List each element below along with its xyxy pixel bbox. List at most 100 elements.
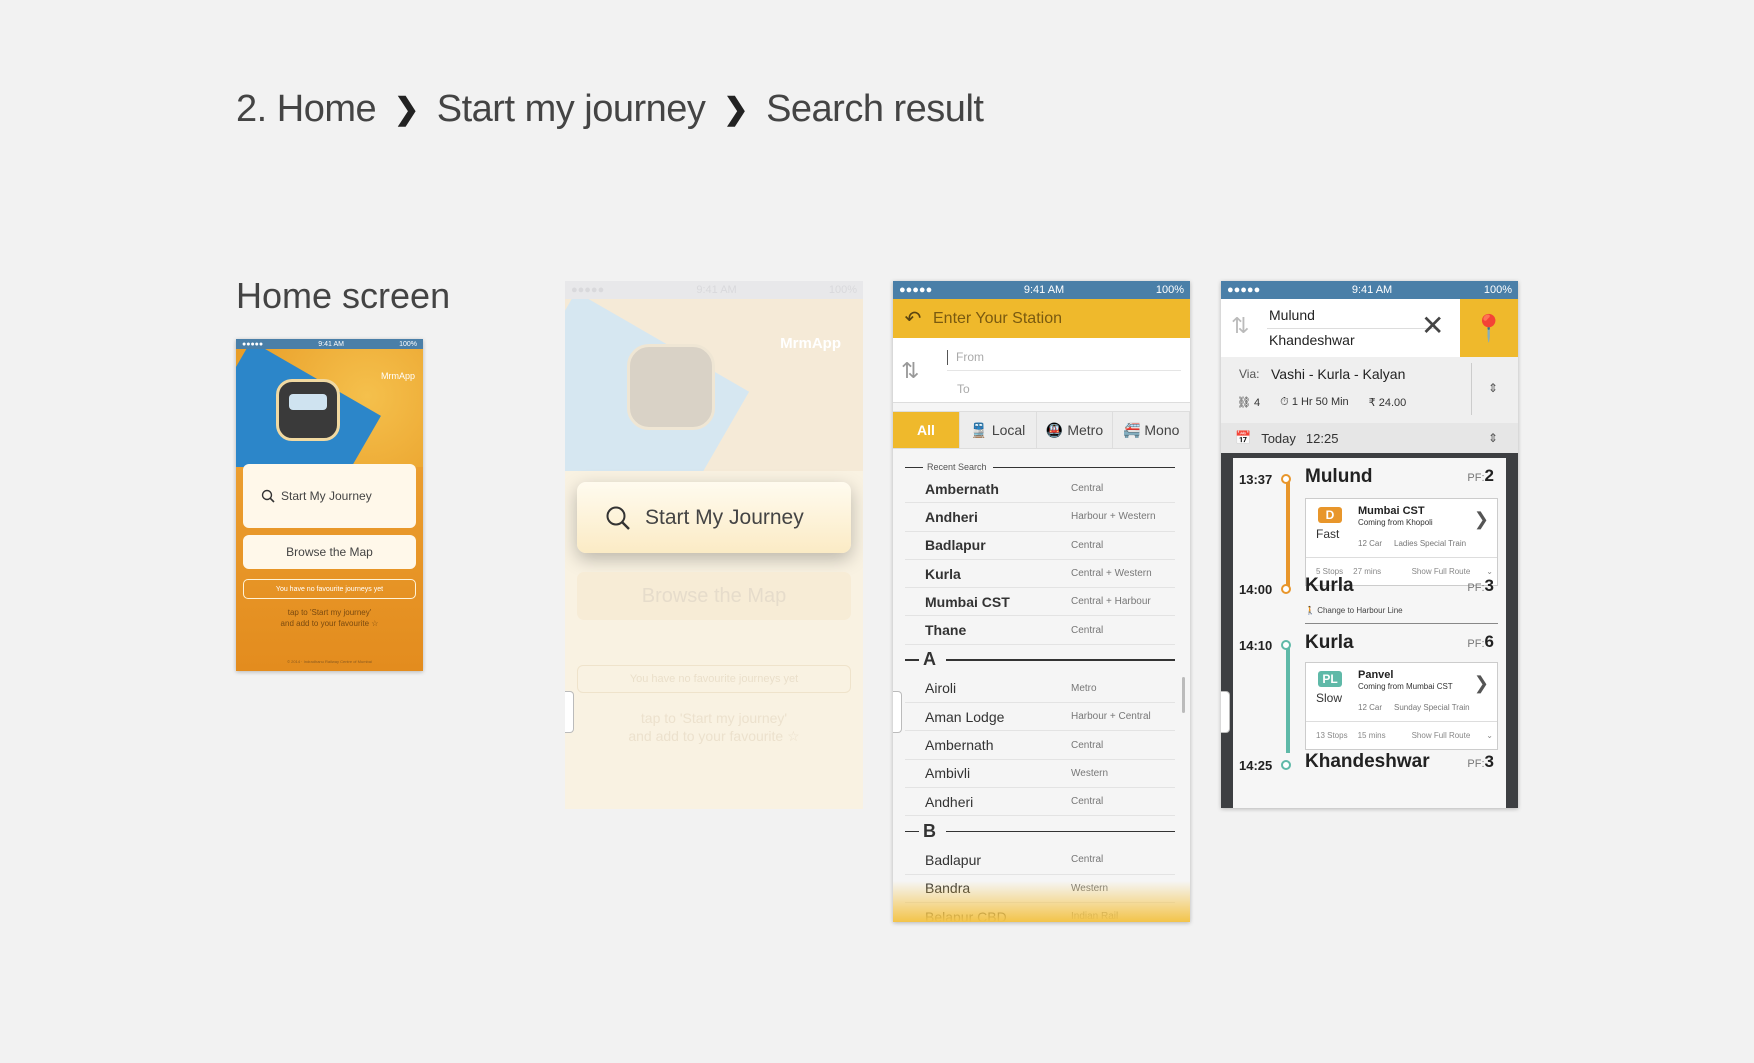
station-list: Recent Search Ambernath Central Andheri Har… (905, 459, 1175, 922)
station-list-item[interactable]: Aman Lodge Harbour + Central (905, 703, 1175, 732)
from-field[interactable]: From (947, 350, 1181, 371)
close-icon[interactable]: ✕ (1421, 309, 1444, 342)
stop-dot (1281, 584, 1291, 594)
status-bar: ●●●●● 9:41 AM 100% (236, 339, 423, 349)
search-icon (261, 489, 275, 503)
breadcrumb-step-journey: Start my journey (436, 88, 706, 130)
breadcrumb-separator: ❯ (723, 93, 749, 126)
station-name: Kurla (925, 565, 961, 582)
station-name: Andheri (925, 793, 974, 810)
signal-icon: ●●●●● (899, 284, 933, 296)
app-brand: MrmApp (780, 335, 841, 352)
train-origin: Coming from Khopoli (1358, 518, 1433, 527)
platform: PF:3 (1467, 576, 1494, 595)
station-name: Badlapur (925, 851, 982, 868)
favourites-hint: tap to 'Start my journey' and add to you… (280, 608, 379, 628)
start-journey-button[interactable]: Start My Journey (243, 464, 416, 528)
stop-name: Kurla (1305, 632, 1354, 653)
train-speed: Slow (1316, 691, 1343, 705)
station-header-title: Enter Your Station (933, 309, 1062, 327)
stop-dot (1281, 640, 1291, 650)
train-card[interactable]: D Fast Mumbai CST Coming from Khopoli ❯ … (1305, 498, 1498, 586)
sort-toggle-icon[interactable]: ⇕ (1488, 381, 1498, 395)
station-list-item[interactable]: Badlapur Central (905, 532, 1175, 560)
browse-map-button[interactable]: Browse the Map (577, 572, 851, 620)
stop-name: Mulund (1305, 466, 1373, 487)
train-card-footer: 13 Stops 15 mins Show Full Route ⌄ (1306, 721, 1497, 749)
map-pin-icon[interactable]: 📍 (1460, 299, 1518, 357)
battery-level: 100% (1483, 284, 1512, 296)
train-card[interactable]: PL Slow Panvel Coming from Mumbai CST ❯ … (1305, 662, 1498, 750)
to-field[interactable]: To (957, 382, 970, 396)
to-station[interactable]: Khandeshwar (1269, 332, 1355, 348)
train-destination: Panvel (1358, 669, 1394, 681)
station-list-item[interactable]: Badlapur Central (905, 846, 1175, 875)
station-list-item[interactable]: Mumbai CST Central + Harbour (905, 588, 1175, 617)
show-full-route-link[interactable]: Show Full Route (1412, 567, 1471, 576)
station-line: Central (1071, 796, 1104, 808)
stop-time: 14:00 (1239, 582, 1273, 597)
platform: PF:6 (1467, 632, 1494, 651)
swap-icon[interactable]: ⇅ (901, 358, 919, 384)
drawer-handle[interactable] (565, 691, 574, 733)
breadcrumb-separator: ❯ (394, 93, 419, 126)
station-list-item[interactable]: Andheri Harbour + Western (905, 503, 1175, 532)
station-list-item[interactable]: Airoli Metro (905, 675, 1175, 704)
start-journey-button[interactable]: Start My Journey (577, 482, 851, 553)
tab-mono[interactable]: 🚝 Mono (1113, 412, 1190, 448)
walk-icon: 🚶 (1305, 606, 1315, 615)
browse-map-button[interactable]: Browse the Map (243, 535, 416, 569)
journey-timeline: 13:37 Mulund PF:2 D Fast Mumbai CST Comi… (1233, 458, 1506, 808)
link-icon: ⛓ (1237, 397, 1251, 409)
sort-toggle-icon[interactable]: ⇕ (1488, 431, 1498, 445)
list-fade (893, 881, 1190, 922)
from-station[interactable]: Mulund (1269, 307, 1315, 323)
via-route: Vashi - Kurla - Kalyan (1271, 366, 1406, 382)
drawer-handle[interactable] (893, 691, 902, 733)
day-label: Today (1261, 430, 1296, 446)
station-list-item[interactable]: Andheri Central (905, 788, 1175, 817)
tab-local[interactable]: 🚆 Local (960, 412, 1037, 448)
station-line: Central (1071, 739, 1104, 751)
station-list-item[interactable]: Ambernath Central (905, 475, 1175, 504)
status-bar: ●●●●● 9:41 AM 100% (893, 281, 1190, 299)
signal-icon: ●●●●● (1227, 284, 1261, 296)
train-info: 12 Car Sunday Special Train (1358, 703, 1470, 712)
status-time: 9:41 AM (318, 340, 344, 348)
station-line: Central + Western (1071, 568, 1152, 580)
tab-all[interactable]: All (893, 412, 960, 448)
battery-level: 100% (1155, 284, 1184, 296)
station-list-item[interactable]: Thane Central (905, 616, 1175, 645)
scrollbar[interactable] (1182, 677, 1185, 713)
duration: ⏱ 1 Hr 50 Min (1280, 396, 1349, 408)
tab-metro[interactable]: 🚇 Metro (1037, 412, 1114, 448)
swap-icon[interactable]: ⇅ (1231, 313, 1249, 339)
date-time-selector[interactable]: 📅 Today 12:25 ⇕ (1221, 423, 1518, 453)
drawer-handle[interactable] (1221, 691, 1230, 733)
station-name: Thane (925, 622, 967, 639)
clock-icon: ⏱ (1280, 396, 1289, 408)
hero-banner: MrmApp (236, 349, 423, 467)
station-line: Central (1071, 483, 1104, 495)
station-list-item[interactable]: Ambernath Central (905, 731, 1175, 760)
start-journey-label: Start My Journey (645, 505, 804, 529)
section-letter-b: B (905, 816, 1175, 846)
station-list-item[interactable]: Kurla Central + Western (905, 560, 1175, 589)
home-screen-faded: ●●●●● 9:41 AM 100% MrmApp Start My Journ… (565, 281, 863, 809)
chevron-right-icon[interactable]: ❯ (1474, 509, 1489, 530)
chevron-right-icon[interactable]: ❯ (1474, 673, 1489, 694)
show-full-route-link[interactable]: Show Full Route (1412, 731, 1471, 740)
section-letter-a: A (905, 645, 1175, 675)
fare: ₹ 24.00 (1368, 397, 1407, 409)
back-icon[interactable]: ↶ (893, 306, 933, 331)
metro-icon: 🚇 (1045, 421, 1064, 438)
train-speed: Fast (1316, 527, 1340, 541)
route-line-harbour (1286, 643, 1290, 753)
station-list-item[interactable]: Ambivli Western (905, 760, 1175, 788)
station-name: Andheri (925, 508, 978, 525)
station-line: Central (1071, 854, 1104, 866)
chevron-down-icon[interactable]: ⌄ (1486, 567, 1493, 576)
status-time: 9:41 AM (696, 284, 737, 296)
station-line: Metro (1071, 682, 1097, 694)
chevron-down-icon[interactable]: ⌄ (1486, 731, 1493, 740)
